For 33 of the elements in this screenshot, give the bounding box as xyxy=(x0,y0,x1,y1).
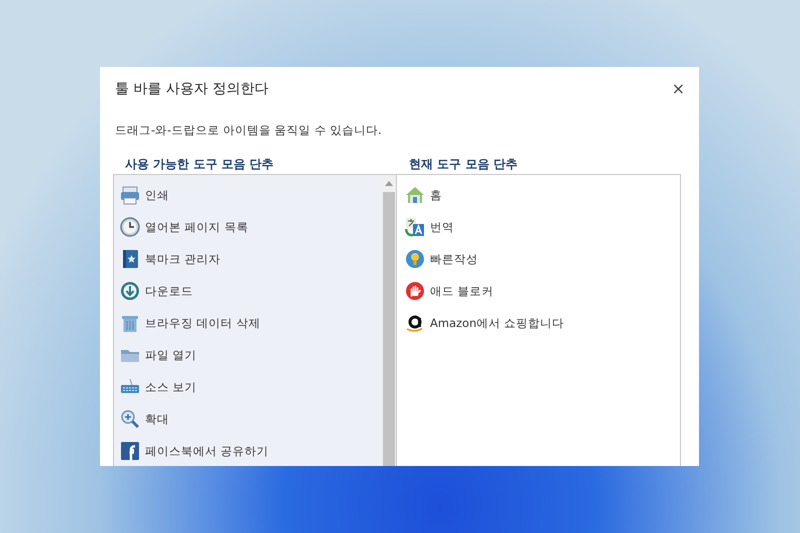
clock-icon xyxy=(120,217,140,238)
toolbar-button-item[interactable]: 번역 xyxy=(430,218,454,236)
house-icon xyxy=(405,185,425,206)
toolbar-button-item[interactable]: 다운로드 xyxy=(145,282,193,300)
instruction-text: 드래그-와-드랍으로 아이템을 움직일 수 있습니다. xyxy=(114,122,383,139)
lightbulb-icon xyxy=(405,249,425,270)
download-icon xyxy=(120,281,140,302)
close-button[interactable]: × xyxy=(668,77,689,100)
scroll-up-icon[interactable] xyxy=(385,180,393,186)
toolbar-button-item[interactable]: 인쇄 xyxy=(145,186,169,204)
toolbar-button-item[interactable]: 페이스북에서 공유하기 xyxy=(145,442,269,460)
toolbar-button-item[interactable]: 파일 열기 xyxy=(145,346,197,364)
scroll-thumb[interactable] xyxy=(383,192,395,466)
toolbar-button-item[interactable]: 홈 xyxy=(430,186,442,204)
section-heading: 현재 도구 모음 단추 xyxy=(408,156,519,174)
dialog-title: 툴 바를 사용자 정의한다 xyxy=(115,80,268,99)
toolbar-button-item[interactable]: Amazon에서 쇼핑합니다 xyxy=(430,314,564,332)
facebook-icon xyxy=(120,441,140,462)
magnifier-icon xyxy=(120,409,140,430)
toolbar-button-item[interactable]: 빠른작성 xyxy=(430,250,478,268)
toolbar-button-item[interactable]: 소스 보기 xyxy=(145,378,197,396)
printer-icon xyxy=(120,185,140,206)
bookmark-icon xyxy=(120,249,140,270)
translate-icon xyxy=(405,217,425,238)
toolbar-button-item[interactable]: 열어본 페이지 목록 xyxy=(145,218,248,236)
toolbar-button-item[interactable]: 브라우징 데이터 삭제 xyxy=(145,314,260,332)
toolbar-button-item[interactable]: 애드 블로커 xyxy=(430,282,494,300)
toolbar-button-item[interactable]: 확대 xyxy=(145,410,169,428)
stop-hand-icon xyxy=(405,281,425,302)
trash-icon xyxy=(120,313,140,334)
section-heading: 사용 가능한 도구 모음 단추 xyxy=(124,156,275,174)
toolbar-button-item[interactable]: 북마크 관리자 xyxy=(145,250,221,268)
scrollbar[interactable] xyxy=(382,175,396,466)
